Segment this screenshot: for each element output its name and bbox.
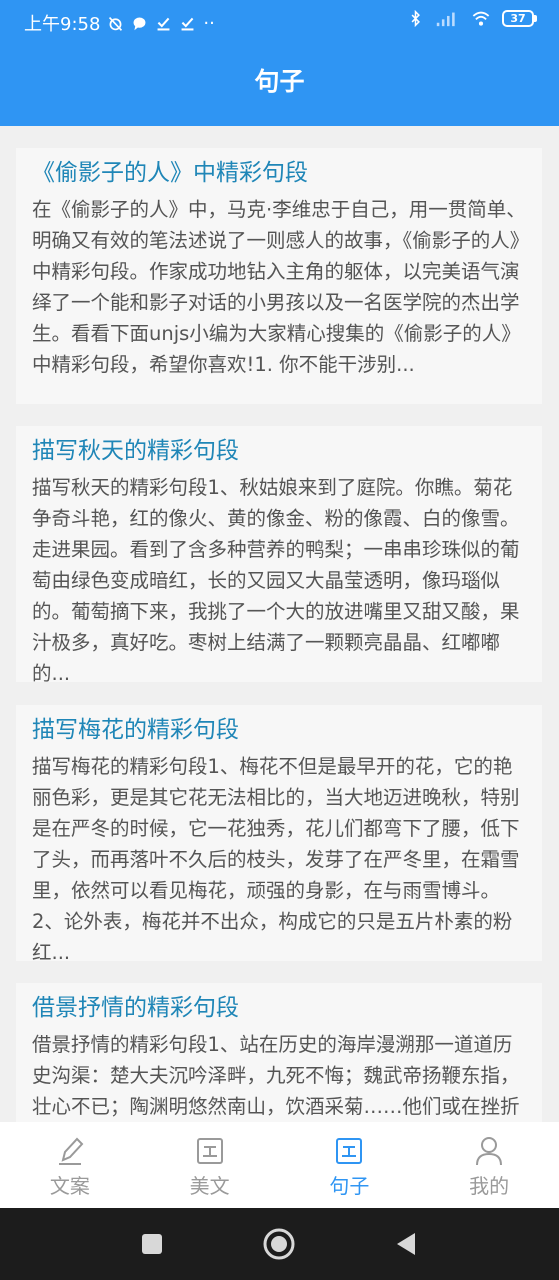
document-icon: [196, 1138, 223, 1164]
recents-button[interactable]: [134, 1226, 170, 1262]
chat-bubble-icon: [133, 17, 146, 30]
tab-wenan[interactable]: 文案: [0, 1122, 140, 1208]
list-item[interactable]: 描写秋天的精彩句段 描写秋天的精彩句段1、秋姑娘来到了庭院。你瞧。菊花争奇斗艳，…: [16, 426, 542, 685]
tab-label: 句子: [329, 1174, 370, 1198]
status-time: 上午9:58: [24, 14, 101, 35]
article-excerpt: 在《偷影子的人》中，马克·李维忠于自己，用一贯简单、明确又有效的笔法述说了一则感…: [32, 198, 526, 376]
square-icon: [142, 1234, 162, 1254]
article-excerpt: 描写梅花的精彩句段1、梅花不但是最早开的花，它的艳丽色彩，更是其它花无法相比的，…: [32, 755, 520, 964]
battery-level: 37: [502, 10, 534, 27]
document-icon: [336, 1138, 363, 1164]
app-header: 上午9:58 ·· 37 句子: [0, 0, 559, 126]
bottom-tab-bar: 文案 美文 句子 我的: [0, 1122, 559, 1208]
tab-juzi[interactable]: 句子: [280, 1122, 420, 1208]
download-done-icon: [157, 17, 170, 30]
status-more: ··: [203, 12, 215, 34]
article-list[interactable]: 《偷影子的人》中精彩句段 在《偷影子的人》中，马克·李维忠于自己，用一贯简单、明…: [0, 126, 559, 1122]
status-bar: 上午9:58 ·· 37: [0, 0, 559, 44]
list-item[interactable]: 借景抒情的精彩句段 借景抒情的精彩句段1、站在历史的海岸漫溯那一道道历史沟渠：楚…: [16, 983, 542, 1122]
wifi-icon: [472, 11, 490, 26]
signal-icon: [436, 12, 455, 27]
article-title[interactable]: 描写梅花的精彩句段: [32, 713, 528, 747]
article-title[interactable]: 《偷影子的人》中精彩句段: [32, 156, 528, 190]
page-title: 句子: [254, 67, 305, 96]
tab-meiwen[interactable]: 美文: [140, 1122, 280, 1208]
pen-icon: [58, 1137, 84, 1165]
home-button[interactable]: [261, 1226, 297, 1262]
tab-label: 美文: [189, 1174, 230, 1198]
person-icon: [476, 1137, 503, 1166]
system-nav-bar: [0, 1208, 559, 1280]
back-triangle-icon: [397, 1233, 415, 1255]
article-excerpt: 描写秋天的精彩句段1、秋姑娘来到了庭院。你瞧。菊花争奇斗艳，红的像火、黄的像金、…: [32, 476, 520, 685]
circle-icon: [263, 1228, 295, 1260]
alarm-off-icon: [109, 16, 123, 31]
download-done-icon: [181, 17, 194, 30]
list-item[interactable]: 《偷影子的人》中精彩句段 在《偷影子的人》中，马克·李维忠于自己，用一贯简单、明…: [16, 148, 542, 404]
tab-wode[interactable]: 我的: [419, 1122, 559, 1208]
article-title[interactable]: 借景抒情的精彩句段: [32, 991, 528, 1025]
tab-label: 我的: [469, 1174, 510, 1198]
tab-label: 文案: [49, 1174, 90, 1198]
back-button[interactable]: [388, 1226, 424, 1262]
article-title[interactable]: 描写秋天的精彩句段: [32, 434, 528, 468]
battery-icon: 37: [502, 10, 537, 27]
list-item[interactable]: 描写梅花的精彩句段 描写梅花的精彩句段1、梅花不但是最早开的花，它的艳丽色彩，更…: [16, 705, 542, 964]
article-excerpt: 借景抒情的精彩句段1、站在历史的海岸漫溯那一道道历史沟渠：楚大夫沉吟泽畔，九死不…: [32, 1033, 520, 1118]
bluetooth-icon: [411, 10, 420, 27]
